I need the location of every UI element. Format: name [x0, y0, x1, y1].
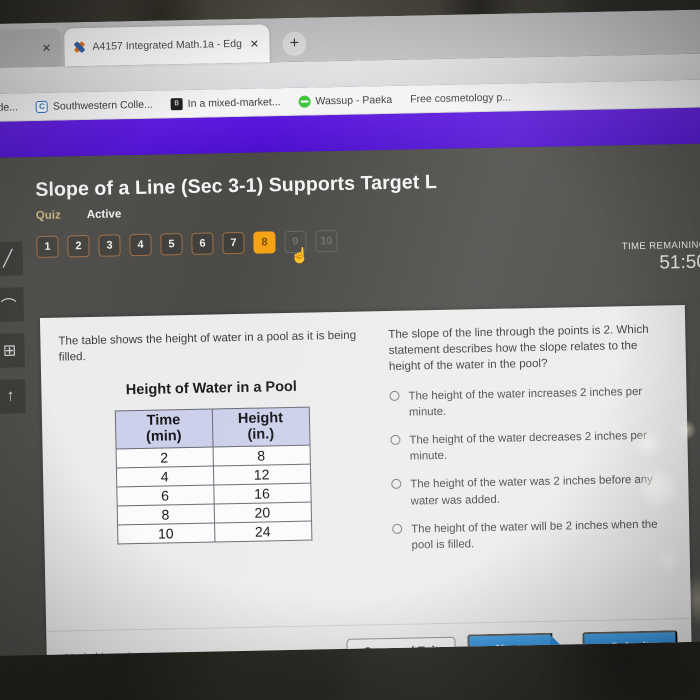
table-header-row: Time (min) Height (in.): [114, 407, 310, 450]
page-title: Slope of a Line (Sec 3-1) Supports Targe…: [35, 170, 438, 202]
table-row: 10 24: [117, 521, 312, 545]
cell-height: 8: [212, 445, 310, 467]
option-c[interactable]: The height of the water was 2 inches bef…: [391, 472, 673, 510]
question-navigation: 1 2 3 4 5 6 7 8 9 10 ☝: [36, 222, 700, 265]
cell-time: 6: [116, 485, 214, 507]
quiz-meta: Quiz Active: [36, 196, 700, 222]
option-d[interactable]: The height of the water will be 2 inches…: [392, 516, 674, 554]
answer-options: The height of the water increases 2 inch…: [389, 383, 673, 554]
cell-height: 16: [213, 483, 311, 505]
bookmark-item[interactable]: B In a mixed-market...: [170, 95, 281, 110]
tool-rail: ╱ ⌒ ⊞ ↑: [0, 237, 28, 414]
quiz-type-label: Quiz: [35, 209, 61, 223]
header-line-2: (min): [145, 428, 182, 446]
new-tab-button[interactable]: +: [282, 31, 307, 57]
cell-height: 20: [213, 502, 312, 524]
app-body: ╱ ⌒ ⊞ ↑ Slope of a Line (Sec 3-1) Suppor…: [0, 143, 700, 656]
close-icon[interactable]: ✕: [39, 41, 53, 54]
save-and-exit-button[interactable]: Save and Exit: [346, 636, 457, 656]
footer-buttons: Save and Exit Next Submit: [346, 629, 678, 656]
header-line-1: Height: [237, 410, 284, 427]
question-button-10-locked: 10: [315, 229, 338, 253]
option-d-label: The height of the water will be 2 inches…: [411, 518, 658, 552]
photograph-of-screen: ormation ✕ A4157 Integrated Math.1a - Ed…: [0, 0, 700, 700]
column-header-time: Time (min): [114, 409, 213, 450]
question-panel: The table shows the height of water in a…: [39, 305, 693, 656]
bookmark-item[interactable]: Free cosmetology p...: [410, 91, 511, 105]
radio-button-a[interactable]: [389, 390, 400, 401]
close-icon[interactable]: ✕: [247, 37, 261, 50]
dark-square-icon: B: [170, 97, 183, 110]
question-text: The slope of the line through the points…: [388, 322, 649, 374]
quiz-header: Slope of a Line (Sec 3-1) Supports Targe…: [0, 143, 700, 223]
cell-time: 4: [115, 466, 214, 488]
cell-height: 12: [212, 464, 311, 486]
table-title: Height of Water in a Pool: [125, 378, 298, 399]
timer: TIME REMAINING 51:50: [622, 240, 700, 276]
green-circle-icon: [298, 95, 311, 108]
mark-this-and-return-link[interactable]: Mark this and return: [65, 646, 347, 656]
tab-title: ormation: [0, 42, 40, 56]
header-line-2: (in.): [247, 426, 275, 444]
question-button-1[interactable]: 1: [36, 235, 59, 259]
question-button-3[interactable]: 3: [98, 234, 121, 257]
mouse-cursor-icon: ☝: [290, 247, 310, 265]
college-c-icon: C: [35, 100, 49, 113]
radio-button-d[interactable]: [392, 523, 403, 534]
cell-time: 10: [117, 523, 215, 545]
option-c-label: The height of the water was 2 inches bef…: [410, 474, 653, 508]
timer-value: 51:50: [659, 251, 700, 274]
question-button-4[interactable]: 4: [129, 233, 152, 257]
option-b[interactable]: The height of the water decreases 2 inch…: [390, 427, 672, 465]
question-button-8-current[interactable]: 8: [253, 231, 276, 254]
right-column: The slope of the line through the points…: [378, 305, 692, 656]
eraser-icon[interactable]: ╱: [0, 241, 24, 276]
question-stem: The table shows the height of water in a…: [58, 328, 357, 364]
question-button-5[interactable]: 5: [160, 233, 183, 256]
bookmark-label: Wassup - Paeka: [315, 93, 393, 107]
bookmark-item[interactable]: C Southwestern Colle...: [35, 98, 153, 113]
edgenuity-x-icon: [72, 40, 86, 54]
tab-title: A4157 Integrated Math.1a - Edg: [92, 37, 243, 53]
calculator-icon[interactable]: ⊞: [0, 333, 25, 368]
bookmark-label: ude...: [0, 100, 19, 114]
data-table: Time (min) Height (in.) 2 8 4 12 6 16 8 …: [114, 406, 312, 545]
question-button-2[interactable]: 2: [67, 234, 90, 258]
cell-time: 2: [115, 447, 213, 469]
bookmark-label: Southwestern Colle...: [52, 98, 153, 113]
header-line-1: Time: [146, 412, 181, 429]
timer-label: TIME REMAINING: [621, 239, 700, 253]
bookmark-label: In a mixed-market...: [187, 95, 281, 110]
browser-tab-active[interactable]: A4157 Integrated Math.1a - Edg ✕: [64, 24, 270, 67]
question-button-6[interactable]: 6: [191, 232, 214, 255]
question-button-7[interactable]: 7: [222, 231, 245, 255]
cell-height: 24: [214, 521, 312, 543]
monitor-screen: ormation ✕ A4157 Integrated Math.1a - Ed…: [0, 9, 700, 656]
status-badge: Active: [86, 208, 122, 222]
radio-button-b[interactable]: [390, 434, 401, 445]
column-header-height: Height (in.): [211, 407, 310, 448]
option-a[interactable]: The height of the water increases 2 inch…: [389, 383, 671, 421]
bookmark-label: Free cosmetology p...: [410, 90, 512, 106]
option-a-label: The height of the water increases 2 inch…: [408, 385, 643, 419]
left-column: The table shows the height of water in a…: [40, 311, 385, 656]
cell-time: 8: [116, 504, 215, 526]
bookmark-item[interactable]: ude...: [0, 101, 18, 114]
bookmark-item[interactable]: Wassup - Paeka: [298, 93, 393, 108]
option-b-label: The height of the water decreases 2 inch…: [409, 429, 647, 463]
next-button[interactable]: Next: [467, 632, 553, 656]
headphones-icon[interactable]: ⌒: [0, 287, 24, 322]
submit-button[interactable]: Submit: [582, 629, 678, 656]
radio-button-c[interactable]: [391, 479, 402, 490]
browser-tab-inactive[interactable]: ormation ✕: [0, 28, 62, 70]
arrow-up-icon[interactable]: ↑: [0, 379, 26, 414]
